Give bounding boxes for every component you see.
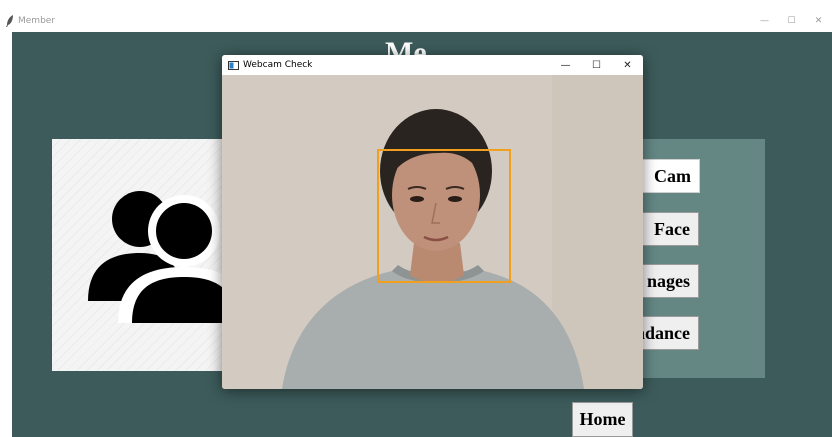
minimize-button[interactable]: — [751, 16, 778, 26]
main-window-title: Member [18, 16, 56, 26]
webcam-minimize-button[interactable]: — [550, 55, 581, 75]
face-detection-box [377, 149, 511, 283]
feather-icon [6, 15, 13, 27]
close-button[interactable]: ✕ [805, 16, 832, 26]
webcam-window: Webcam Check — ☐ ✕ [222, 55, 643, 389]
maximize-button[interactable]: ☐ [778, 16, 805, 26]
webcam-maximize-button[interactable]: ☐ [581, 55, 612, 75]
main-window-controls: — ☐ ✕ [751, 10, 832, 32]
webcam-close-button[interactable]: ✕ [612, 55, 643, 75]
webcam-window-controls: — ☐ ✕ [550, 55, 643, 75]
home-button[interactable]: Home [572, 402, 633, 437]
window-app-icon [228, 60, 239, 70]
webcam-titlebar: Webcam Check — ☐ ✕ [222, 55, 643, 75]
webcam-feed [222, 75, 643, 389]
main-titlebar: Member — ☐ ✕ [0, 10, 832, 32]
webcam-window-title: Webcam Check [243, 60, 313, 70]
